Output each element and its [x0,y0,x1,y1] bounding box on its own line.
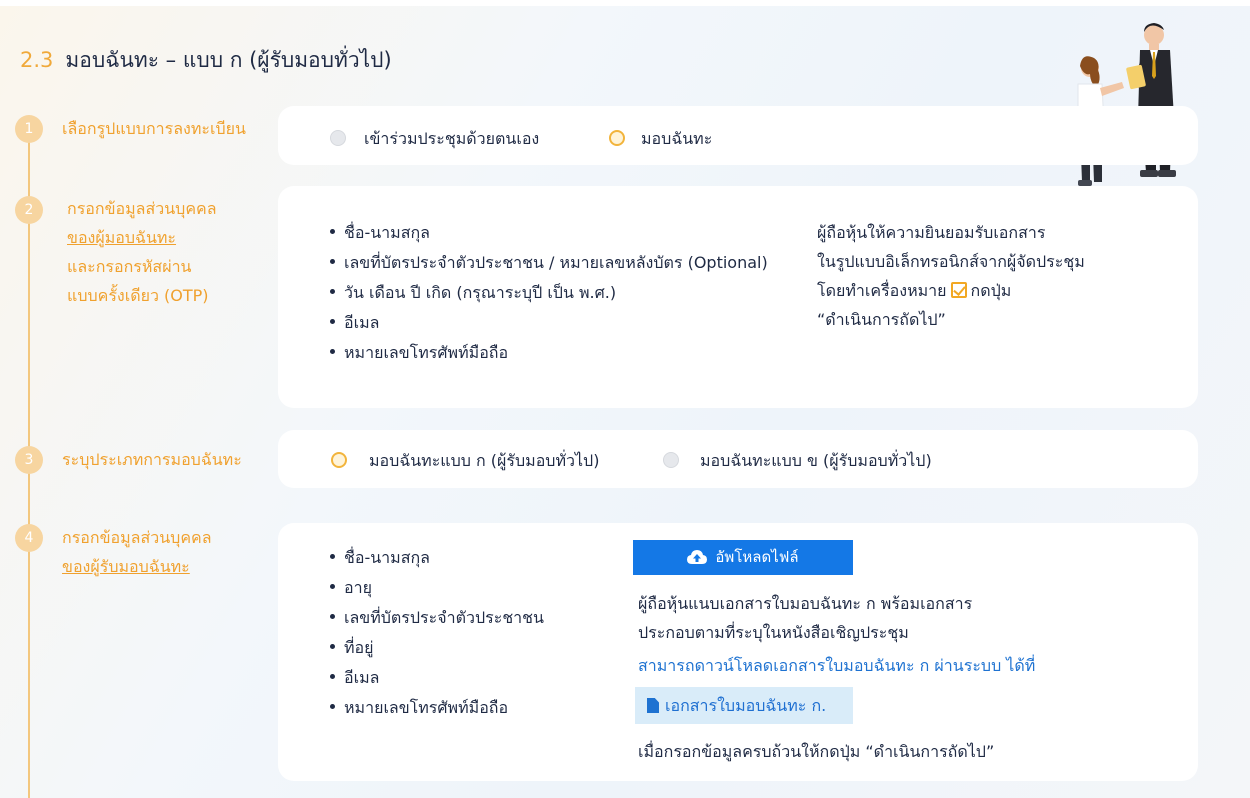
radio-proxy-form-a-label: มอบฉันทะแบบ ก (ผู้รับมอบทั่วไป) [369,451,600,470]
consent-note-line: ในรูปแบบอิเล็กทรอนิกส์จากผู้จัดประชุม [817,252,1085,271]
field-item: เลขที่บัตรประจำตัวประชาชน [330,603,544,633]
section-number: 2.3 [20,48,54,72]
step-2-field-list: ชื่อ-นามสกุล เลขที่บัตรประจำตัวประชาชน /… [330,218,768,368]
field-item: อีเมล [330,663,544,693]
page-title: 2.3 มอบฉันทะ – แบบ ก (ผู้รับมอบทั่วไป) [20,44,392,77]
field-item: เลขที่บัตรประจำตัวประชาชน / หมายเลขหลังบ… [330,248,768,278]
consent-note-text: กดปุ่ม [970,281,1012,300]
consent-note-line: “ดำเนินการถัดไป” [817,310,946,329]
radio-proxy-form-b[interactable] [663,452,679,468]
field-item: อีเมล [330,308,768,338]
attach-note-line: ผู้ถือหุ้นแนบเอกสารใบมอบฉันทะ ก พร้อมเอก… [638,594,973,613]
step-1-badge: 1 [15,115,43,143]
document-icon [647,698,659,713]
checkbox-icon [950,282,967,298]
step-2-label-line: ของผู้มอบฉันทะ [67,228,177,247]
field-item: อายุ [330,573,544,603]
step-4-field-list: ชื่อ-นามสกุล อายุ เลขที่บัตรประจำตัวประช… [330,543,544,723]
field-item: ชื่อ-นามสกุล [330,543,544,573]
field-item: หมายเลขโทรศัพท์มือถือ [330,338,768,368]
step-4-label-line: กรอกข้อมูลส่วนบุคคล [62,528,212,547]
consent-note-text: โดยทำเครื่องหมาย [817,281,947,300]
field-item: ที่อยู่ [330,633,544,663]
cloud-upload-icon [687,550,708,564]
consent-note-line: ผู้ถือหุ้นให้ความยินยอมรับเอกสาร [817,223,1046,242]
radio-proxy-label: มอบฉันทะ [641,129,713,148]
radio-attend-in-person[interactable] [330,130,346,146]
proxy-form-a-document-label: เอกสารใบมอบฉันทะ ก. [665,696,827,715]
step-4-badge: 4 [15,524,43,552]
step-4-attach-note: ผู้ถือหุ้นแนบเอกสารใบมอบฉันทะ ก พร้อมเอก… [638,589,972,647]
step-4-final-note: เมื่อกรอกข้อมูลครบถ้วนให้กดปุ่ม “ดำเนินก… [638,742,995,761]
radio-attend-in-person-label: เข้าร่วมประชุมด้วยตนเอง [364,129,540,148]
radio-proxy[interactable] [609,130,625,146]
radio-proxy-form-a[interactable] [331,452,347,468]
section-title: มอบฉันทะ – แบบ ก (ผู้รับมอบทั่วไป) [65,48,392,72]
step-3-label: ระบุประเภทการมอบฉันทะ [62,445,242,474]
consent-note-line-3: โดยทำเครื่องหมาย กดปุ่ม [817,276,1085,305]
step-3-badge: 3 [15,446,43,474]
step-3-label-line: ระบุประเภทการมอบฉันทะ [62,450,242,469]
upload-file-label: อัพโหลดไฟล์ [715,548,799,566]
step-1-label-line: เลือกรูปแบบการลงทะเบียน [62,119,246,138]
proxy-form-a-document-button[interactable]: เอกสารใบมอบฉันทะ ก. [635,687,853,724]
field-item: ชื่อ-นามสกุล [330,218,768,248]
step-4-label: กรอกข้อมูลส่วนบุคคล ของผู้รับมอบฉันทะ [62,523,212,581]
step-2-label: กรอกข้อมูลส่วนบุคคล ของผู้มอบฉันทะ และกร… [67,194,217,310]
download-proxy-form-link[interactable]: สามารถดาวน์โหลดเอกสารใบมอบฉันทะ ก ผ่านระ… [638,654,1035,679]
field-item: หมายเลขโทรศัพท์มือถือ [330,693,544,723]
attach-note-line: ประกอบตามที่ระบุในหนังสือเชิญประชุม [638,623,909,642]
step-2-label-line: แบบครั้งเดียว (OTP) [67,286,209,305]
step-2-label-line: และกรอกรหัสผ่าน [67,257,192,276]
step-2-badge: 2 [15,196,43,224]
radio-proxy-form-b-label: มอบฉันทะแบบ ข (ผู้รับมอบทั่วไป) [700,451,932,470]
step-4-label-line: ของผู้รับมอบฉันทะ [62,557,190,576]
upload-file-button[interactable]: อัพโหลดไฟล์ [633,540,853,575]
top-border [0,0,1250,6]
step-2-label-line: กรอกข้อมูลส่วนบุคคล [67,199,217,218]
step-2-consent-note: ผู้ถือหุ้นให้ความยินยอมรับเอกสาร ในรูปแบ… [817,218,1085,334]
step-1-label: เลือกรูปแบบการลงทะเบียน [62,114,246,143]
field-item: วัน เดือน ปี เกิด (กรุณาระบุปี เป็น พ.ศ.… [330,278,768,308]
